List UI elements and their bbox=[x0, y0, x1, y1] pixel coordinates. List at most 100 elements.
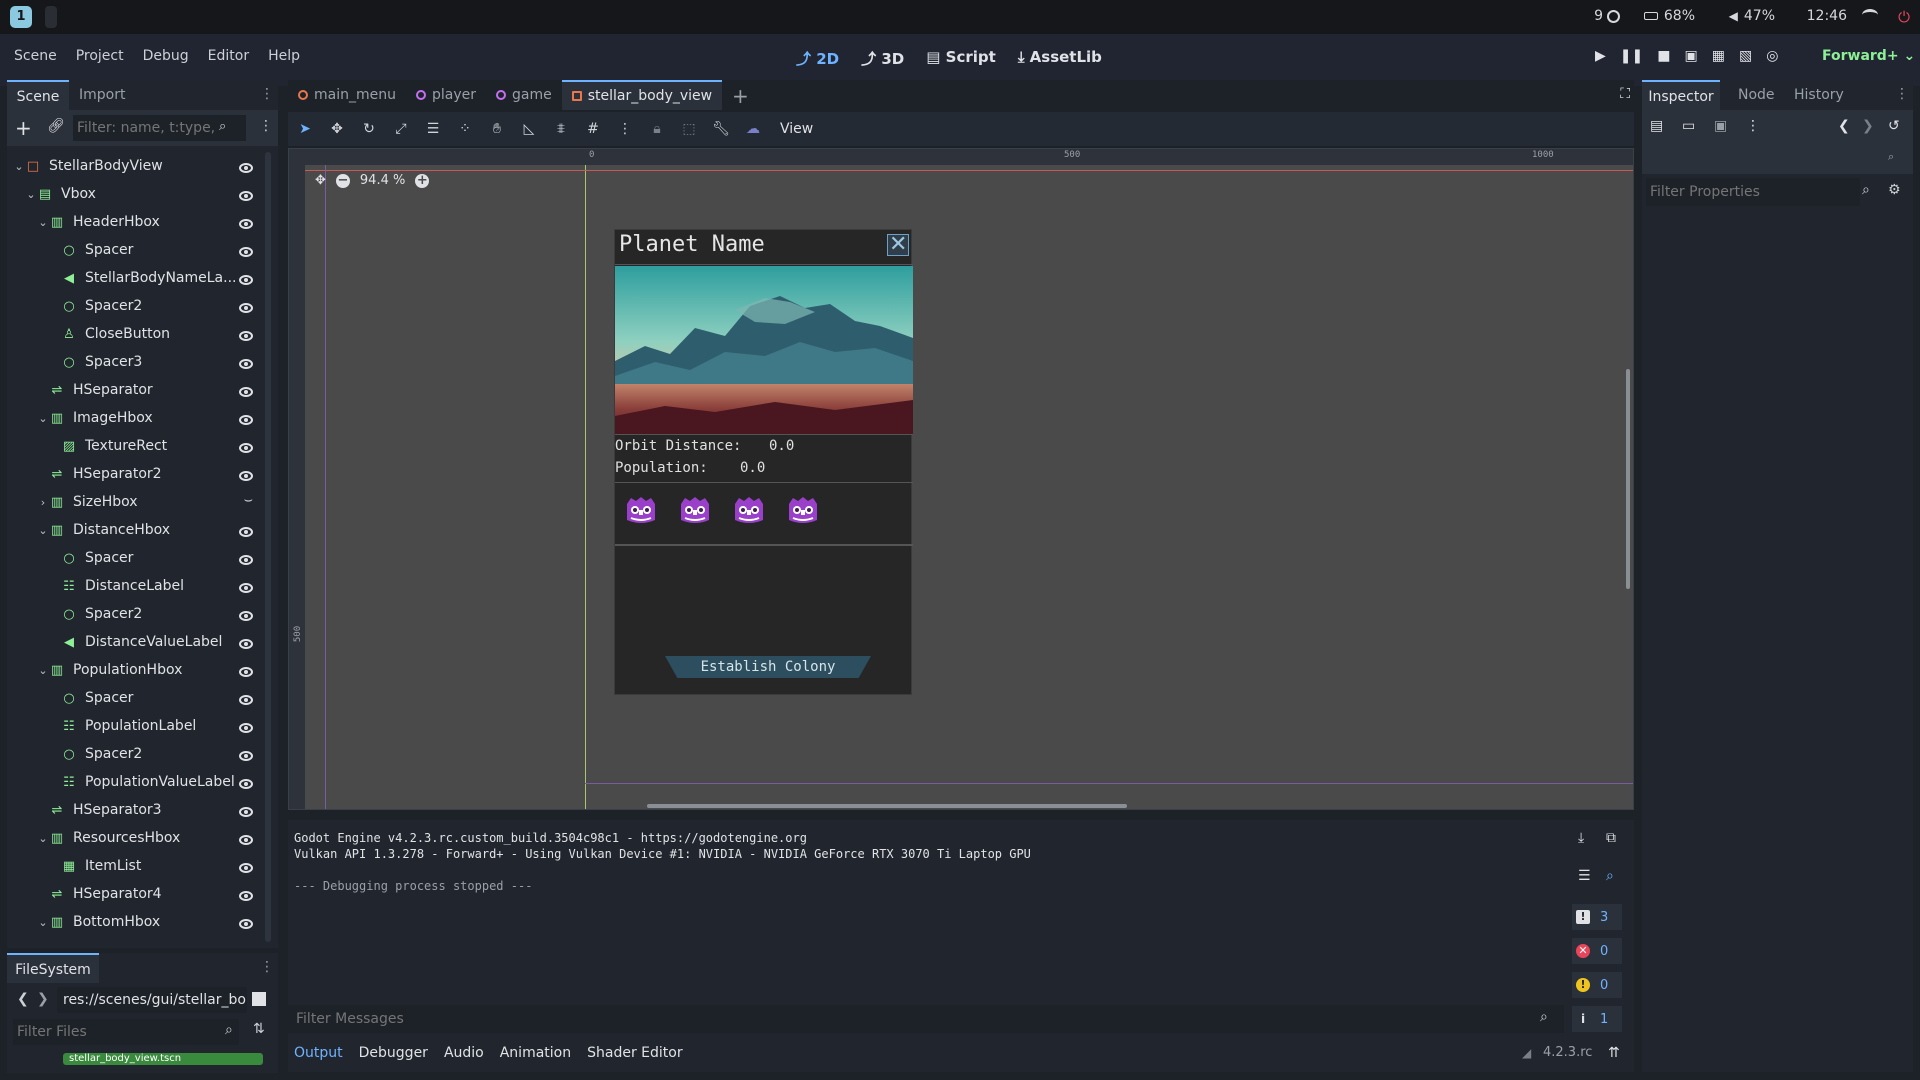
filter-warnings-toggle[interactable]: ! 0 bbox=[1572, 972, 1622, 998]
tree-node[interactable]: ⌄ ▥ DistanceHbox bbox=[7, 516, 265, 544]
visibility-eye-icon[interactable] bbox=[239, 917, 253, 933]
tab-animation[interactable]: Animation bbox=[500, 1045, 571, 1061]
tree-node[interactable]: ⇌ HSeparator2 bbox=[7, 460, 265, 488]
visibility-eye-icon[interactable] bbox=[239, 861, 253, 877]
collapse-arrow-icon[interactable]: ⌄ bbox=[37, 664, 49, 677]
output-search-icon[interactable]: ⌕ bbox=[1606, 868, 1614, 884]
canvas-viewport[interactable]: 0 500 1000 500 ✥ − 94.4 % + Planet Name … bbox=[288, 148, 1634, 810]
visibility-eye-icon[interactable] bbox=[239, 469, 253, 485]
tab-debugger[interactable]: Debugger bbox=[359, 1045, 428, 1061]
filter-messages-toggle[interactable]: ! 3 bbox=[1572, 904, 1622, 930]
stop-icon[interactable]: ■ bbox=[1657, 48, 1670, 64]
tab-scene[interactable]: Scene bbox=[7, 80, 69, 110]
filter-errors-toggle[interactable]: ✕ 0 bbox=[1572, 938, 1622, 964]
fs-layout-icon[interactable] bbox=[252, 992, 266, 1006]
save-resource-icon[interactable]: ▣ bbox=[1714, 118, 1727, 134]
tree-node[interactable]: ○ Spacer2 bbox=[7, 740, 265, 768]
filter-messages-input[interactable] bbox=[288, 1005, 1564, 1033]
workspace-indicator[interactable]: 1 bbox=[10, 6, 32, 28]
scale-tool-icon[interactable]: ⤢ bbox=[388, 116, 414, 142]
property-settings-icon[interactable]: ⚙ bbox=[1888, 182, 1901, 198]
play-custom-icon[interactable]: ▧ bbox=[1739, 48, 1752, 64]
collapse-arrow-icon[interactable]: ⌄ bbox=[37, 216, 49, 229]
visibility-eye-icon[interactable] bbox=[239, 245, 253, 261]
workspace-3d[interactable]: ⤴ 3D bbox=[861, 48, 904, 69]
visibility-eye-icon[interactable] bbox=[239, 749, 253, 765]
pan-tool-icon[interactable]: ✋︎ bbox=[484, 116, 510, 142]
visibility-eye-icon[interactable] bbox=[239, 693, 253, 709]
tree-node[interactable]: ○ Spacer2 bbox=[7, 600, 265, 628]
visibility-eye-icon[interactable] bbox=[239, 637, 253, 653]
tab-output[interactable]: Output bbox=[294, 1045, 343, 1061]
view-menu[interactable]: View bbox=[780, 121, 813, 137]
zoom-in-icon[interactable]: + bbox=[415, 173, 430, 188]
stellar-body-panel[interactable]: Planet Name ✕ Orbit Distance: 0.0 Popula… bbox=[614, 229, 913, 695]
dock-menu-icon[interactable]: ⋮ bbox=[260, 86, 274, 102]
skeleton-icon[interactable]: 🔧︎ bbox=[708, 116, 734, 142]
collapse-arrow-icon[interactable]: › bbox=[37, 496, 49, 509]
tree-node[interactable]: ⌄ ▥ ResourcesHbox bbox=[7, 824, 265, 852]
tab-inspector[interactable]: Inspector bbox=[1642, 80, 1720, 110]
visibility-eye-icon[interactable] bbox=[239, 525, 253, 541]
tree-node[interactable]: ◀ DistanceValueLabel bbox=[7, 628, 265, 656]
visibility-eye-icon[interactable] bbox=[239, 329, 253, 345]
zoom-out-icon[interactable]: − bbox=[335, 173, 350, 188]
movie-maker-icon[interactable]: ◎ bbox=[1766, 48, 1778, 64]
tree-node[interactable]: ▦ ItemList bbox=[7, 852, 265, 880]
add-scene-tab-icon[interactable]: + bbox=[732, 84, 749, 108]
godot-resource-icon[interactable] bbox=[783, 490, 823, 530]
renderer-select[interactable]: Forward+ ⌄ bbox=[1822, 48, 1915, 64]
visibility-eye-icon[interactable] bbox=[239, 441, 253, 457]
tree-node[interactable]: ⇌ HSeparator4 bbox=[7, 880, 265, 908]
tab-import[interactable]: Import bbox=[79, 80, 125, 110]
scene-tab[interactable]: game bbox=[486, 80, 562, 110]
visibility-eye-icon[interactable] bbox=[239, 273, 253, 289]
history-forward-icon[interactable]: ❯ bbox=[1862, 118, 1874, 134]
scene-tab[interactable]: player bbox=[406, 80, 486, 110]
tree-node[interactable]: ○ Spacer bbox=[7, 684, 265, 712]
visibility-eye-icon[interactable] bbox=[239, 665, 253, 681]
tree-node[interactable]: › ▥ SizeHbox ⌣ bbox=[7, 488, 265, 516]
filter-menu-icon[interactable]: ⋮ bbox=[259, 118, 273, 134]
filter-properties-input[interactable] bbox=[1646, 178, 1860, 206]
wifi-icon[interactable] bbox=[1862, 9, 1878, 21]
tab-node[interactable]: Node bbox=[1738, 80, 1775, 110]
hidden-eye-icon[interactable]: ⌣ bbox=[244, 492, 253, 508]
update-spinner-icon[interactable]: ◢ bbox=[1522, 1046, 1531, 1060]
tab-filesystem[interactable]: FileSystem bbox=[7, 953, 99, 983]
scene-tree-scrollbar[interactable] bbox=[265, 152, 271, 942]
tree-node[interactable]: ☷ DistanceLabel bbox=[7, 572, 265, 600]
establish-colony-button[interactable]: Establish Colony bbox=[665, 656, 871, 678]
tree-node[interactable]: ⌄ □ StellarBodyView bbox=[7, 152, 265, 180]
add-node-icon[interactable]: + bbox=[15, 116, 32, 140]
workspace-assetlib[interactable]: ⤓ AssetLib bbox=[1018, 48, 1102, 69]
rotate-tool-icon[interactable]: ↻ bbox=[356, 116, 382, 142]
fs-menu-icon[interactable]: ⋮ bbox=[260, 959, 274, 975]
fs-forward-icon[interactable]: ❯ bbox=[37, 991, 49, 1007]
object-history-icon[interactable]: ↺ bbox=[1888, 118, 1900, 134]
menu-debug[interactable]: Debug bbox=[143, 48, 189, 64]
link-icon[interactable]: 🔗︎ bbox=[47, 118, 65, 134]
distraction-free-icon[interactable]: ⛶ bbox=[1620, 86, 1630, 102]
collapse-arrow-icon[interactable]: ⌄ bbox=[25, 188, 37, 201]
fs-path-field[interactable]: res://scenes/gui/stellar_bo bbox=[57, 987, 247, 1013]
new-resource-icon[interactable]: ▤ bbox=[1650, 118, 1663, 134]
visibility-eye-icon[interactable] bbox=[239, 777, 253, 793]
tree-node[interactable]: ☷ PopulationLabel bbox=[7, 712, 265, 740]
expand-panel-icon[interactable]: ⇈ bbox=[1608, 1045, 1620, 1061]
scene-tab[interactable]: stellar_body_view bbox=[561, 80, 723, 110]
tree-node[interactable]: ⌄ ▥ BottomHbox bbox=[7, 908, 265, 936]
visibility-eye-icon[interactable] bbox=[239, 189, 253, 205]
tree-node[interactable]: ♙ CloseButton bbox=[7, 320, 265, 348]
visibility-eye-icon[interactable] bbox=[239, 357, 253, 373]
canvas-h-scrollbar[interactable] bbox=[647, 804, 1127, 808]
collapse-arrow-icon[interactable]: ⌄ bbox=[37, 412, 49, 425]
visibility-eye-icon[interactable] bbox=[239, 581, 253, 597]
tree-node[interactable]: ⌄ ▥ PopulationHbox bbox=[7, 656, 265, 684]
collapse-arrow-icon[interactable]: ⌄ bbox=[37, 916, 49, 929]
collapse-arrow-icon[interactable]: ⌄ bbox=[37, 832, 49, 845]
copy-output-icon[interactable]: ⤓ bbox=[1578, 830, 1584, 846]
menu-help[interactable]: Help bbox=[268, 48, 300, 64]
play-icon[interactable]: ▶ bbox=[1595, 48, 1606, 64]
open-resource-icon[interactable]: ▭ bbox=[1682, 118, 1695, 134]
